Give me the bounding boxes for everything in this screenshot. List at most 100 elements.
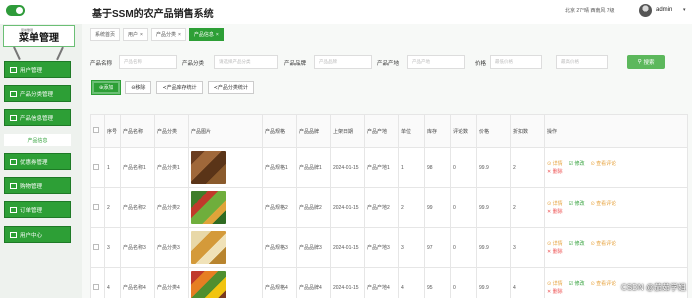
product-category-select[interactable]: 请选择产品分类 [214, 55, 278, 69]
table-row[interactable]: 4 产品名称4 产品分类4 产品规格4 产品品牌4 2024-01-15 产品产… [90, 267, 688, 298]
sidebar-item-label: 产品分类管理 [20, 91, 54, 98]
user-name[interactable]: admin [656, 7, 672, 13]
chevron-down-icon[interactable]: ▾ [683, 7, 686, 13]
sidebar-item-orders[interactable]: 订单管理 [4, 201, 71, 218]
cell-discount: 4 [510, 267, 545, 298]
sidebar-item-coupons[interactable]: 优惠券管理 [4, 153, 71, 170]
product-image [191, 231, 226, 264]
user-avatar[interactable] [639, 4, 652, 17]
sidebar-toggle-switch[interactable] [6, 5, 25, 16]
cell-date: 2024-01-15 [330, 147, 365, 188]
cell-price: 99.9 [476, 187, 511, 228]
close-icon[interactable]: × [140, 32, 143, 38]
edit-link[interactable]: ☑ 修改 [569, 240, 585, 247]
product-origin-input[interactable]: 产品产地 [407, 55, 465, 69]
delete-link[interactable]: ✕ 删除 [547, 248, 563, 255]
category-stats-label: 产品分类统计 [217, 85, 248, 91]
search-button-label: 搜索 [643, 60, 655, 66]
cell-no: 3 [104, 227, 121, 268]
remove-button[interactable]: ⊖ 移除 [125, 81, 152, 94]
cell-spec: 产品规格3 [262, 227, 297, 268]
view-comments-link[interactable]: ⊙ 查看评论 [591, 280, 617, 287]
cell-origin: 产品产地3 [364, 227, 399, 268]
view-comments-link[interactable]: ⊙ 查看评论 [591, 160, 617, 167]
column-header[interactable]: 产品图片 [188, 114, 263, 148]
sidebar-item-product-category[interactable]: 产品分类管理 [4, 85, 71, 102]
category-stats-button[interactable]: ≺ 产品分类统计 [207, 81, 254, 94]
table-row[interactable]: 2 产品名称2 产品分类2 产品规格2 产品品牌2 2024-01-15 产品产… [90, 187, 688, 228]
weather-info: 北京 27°晴 西南风 7级 [565, 8, 615, 14]
cell-price: 99.9 [476, 227, 511, 268]
row-checkbox[interactable] [93, 163, 99, 170]
detail-link[interactable]: ⊙ 详情 [547, 240, 563, 247]
product-brand-input[interactable]: 产品品牌 [314, 55, 372, 69]
row-checkbox[interactable] [93, 283, 99, 290]
cell-stock: 99 [424, 187, 451, 228]
sidebar-item-users[interactable]: 用户管理 [4, 61, 71, 78]
column-header[interactable]: 折扣数 [510, 114, 545, 148]
search-form: 产品名称 产品名称 产品分类 请选择产品分类 产品品牌 产品品牌 产品产地 产品… [90, 55, 690, 71]
view-comments-link[interactable]: ⊙ 查看评论 [591, 240, 617, 247]
delete-link[interactable]: ✕ 删除 [547, 208, 563, 215]
add-button[interactable]: ⊕ 添加 [90, 80, 122, 95]
search-button[interactable]: ⚲ 搜索 [627, 55, 665, 69]
column-header[interactable]: 单位 [398, 114, 425, 148]
tab-home[interactable]: 系统首页 [90, 28, 121, 41]
edit-link[interactable]: ☑ 修改 [569, 160, 585, 167]
product-table: 序号 产品名称 产品分类 产品图片 产品规格 产品品牌 上架日期 产品产地 单位… [90, 114, 688, 298]
column-header[interactable]: 库存 [424, 114, 451, 148]
table-row[interactable]: 3 产品名称3 产品分类3 产品规格3 产品品牌3 2024-01-15 产品产… [90, 227, 688, 268]
column-header[interactable]: 产品规格 [262, 114, 297, 148]
edit-label: 修改 [574, 241, 585, 247]
cell-stock: 98 [424, 147, 451, 188]
detail-label: 详情 [552, 201, 563, 207]
row-operations: ⊙ 详情 ☑ 修改 ⊙ 查看评论 ✕ 删除 [547, 200, 625, 215]
row-checkbox[interactable] [93, 243, 99, 250]
sidebar-item-shopping[interactable]: 购物管理 [4, 177, 71, 194]
detail-link[interactable]: ⊙ 详情 [547, 280, 563, 287]
sidebar-item-label: 产品信息管理 [20, 115, 54, 122]
cell-no: 4 [104, 267, 121, 298]
column-header[interactable]: 产品品牌 [296, 114, 331, 148]
column-header[interactable]: 产品产地 [364, 114, 399, 148]
cell-origin: 产品产地4 [364, 267, 399, 298]
close-icon[interactable]: × [178, 32, 181, 38]
sidebar-item-user-center[interactable]: 用户中心 [4, 226, 71, 243]
sidebar-item-product-info[interactable]: 产品信息管理 [4, 109, 71, 126]
detail-link[interactable]: ⊙ 详情 [547, 200, 563, 207]
detail-label: 详情 [552, 161, 563, 167]
detail-link[interactable]: ⊙ 详情 [547, 160, 563, 167]
edit-link[interactable]: ☑ 修改 [569, 280, 585, 287]
column-header[interactable]: 产品分类 [154, 114, 189, 148]
view-comments-link[interactable]: ⊙ 查看评论 [591, 200, 617, 207]
cell-category: 产品分类2 [154, 187, 189, 228]
min-price-input[interactable]: 最低价格 [490, 55, 542, 69]
select-all-checkbox[interactable] [93, 127, 99, 133]
column-header[interactable]: 评论数 [450, 114, 477, 148]
stock-stats-button[interactable]: ≺ 产品库存统计 [156, 81, 203, 94]
sidebar-subitem-product-info[interactable]: 产品信息 [4, 134, 71, 146]
tab-users[interactable]: 用户 × [123, 28, 148, 41]
cell-category: 产品分类3 [154, 227, 189, 268]
tab-product-category[interactable]: 产品分类 × [150, 28, 186, 41]
product-name-input[interactable]: 产品名称 [119, 55, 177, 69]
cell-spec: 产品规格2 [262, 187, 297, 228]
column-header[interactable]: 价格 [476, 114, 511, 148]
delete-label: 删除 [552, 289, 563, 295]
delete-link[interactable]: ✕ 删除 [547, 168, 563, 175]
sidebar-item-label: 购物管理 [20, 183, 43, 190]
close-icon[interactable]: × [216, 32, 219, 38]
column-header[interactable]: 产品名称 [120, 114, 155, 148]
edit-link[interactable]: ☑ 修改 [569, 200, 585, 207]
cell-no: 2 [104, 187, 121, 228]
tab-product-info[interactable]: 产品信息 × [188, 28, 224, 41]
row-checkbox[interactable] [93, 203, 99, 210]
delete-link[interactable]: ✕ 删除 [547, 288, 563, 295]
detail-label: 详情 [552, 241, 563, 247]
tab-bar: 系统首页 用户 × 产品分类 × 产品信息 × [90, 28, 224, 41]
column-header[interactable]: 序号 [104, 114, 121, 148]
table-row[interactable]: 1 产品名称1 产品分类1 产品规格1 产品品牌1 2024-01-15 产品产… [90, 147, 688, 188]
tab-label: 产品信息 [193, 32, 214, 38]
column-header[interactable]: 上架日期 [330, 114, 365, 148]
max-price-input[interactable]: 最高价格 [556, 55, 608, 69]
